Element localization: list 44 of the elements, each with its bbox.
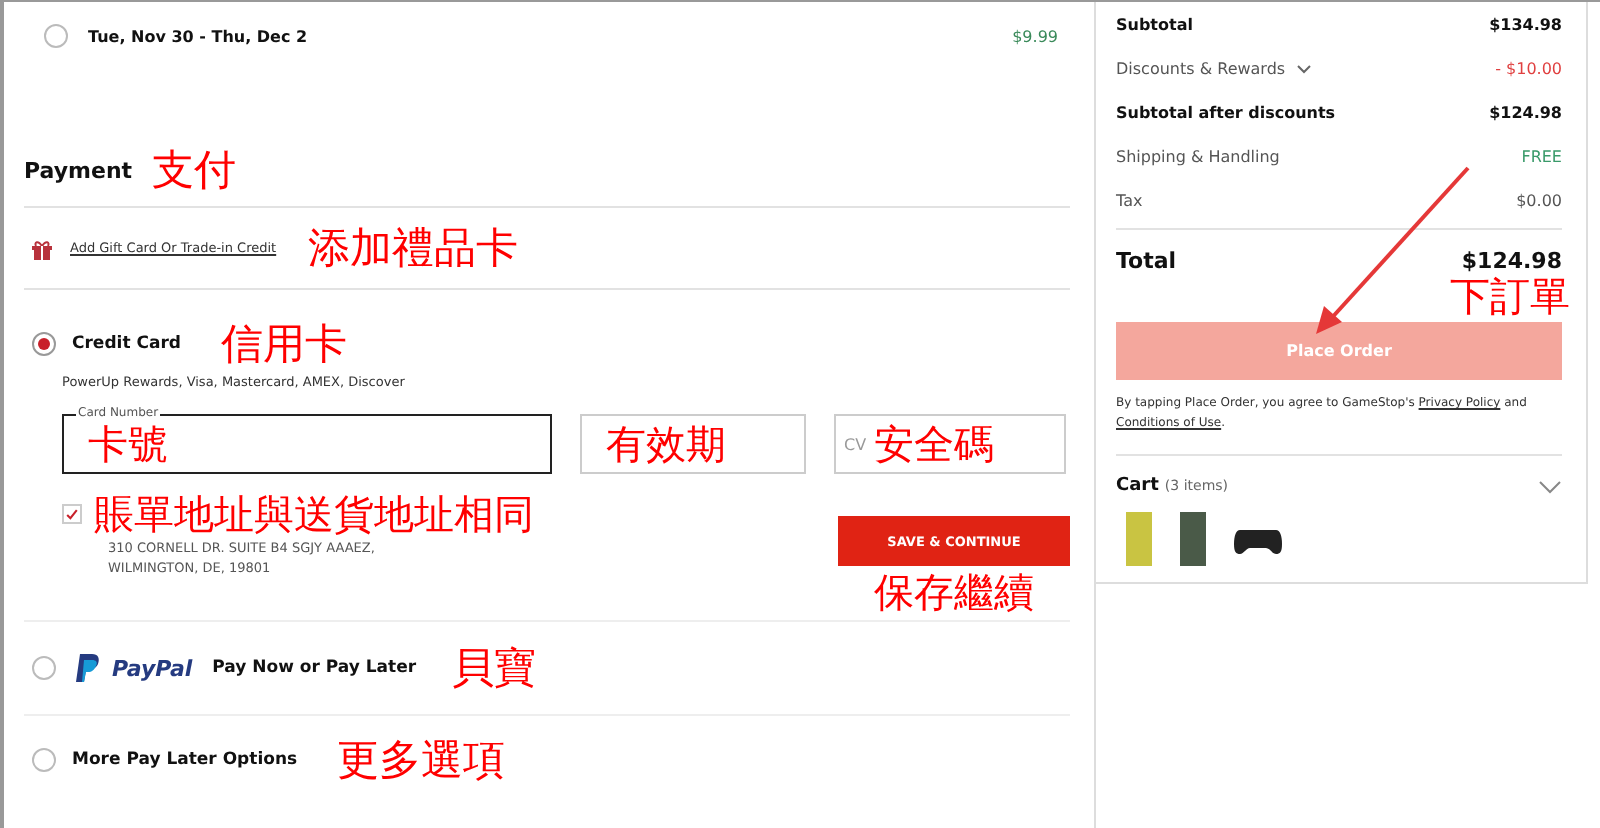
radio-button[interactable]	[32, 656, 56, 680]
radio-button[interactable]	[32, 332, 56, 356]
summary-label: Shipping & Handling	[1116, 147, 1280, 165]
total-label: Total	[1116, 248, 1177, 274]
radio-button[interactable]	[44, 24, 68, 48]
annotation-text: 添加禮品卡	[308, 222, 519, 276]
cart-title: Cart	[1116, 476, 1159, 496]
chevron-down-icon[interactable]	[1538, 479, 1562, 493]
annotation-text: 更多選項	[337, 734, 506, 788]
paypal-logo: PayPal	[112, 655, 193, 681]
pay-later-option-label: More Pay Later Options	[72, 750, 298, 770]
annotation-text: 支付	[152, 144, 237, 198]
expiry-date-field[interactable]: 有效期	[580, 414, 806, 474]
annotation-text: 保存繼續	[874, 566, 1034, 620]
annotation-text: 安全碼	[874, 417, 995, 471]
annotation-text: 卡號	[88, 417, 168, 471]
total-value: $124.98	[1461, 248, 1562, 274]
summary-value: - $10.00	[1495, 59, 1562, 77]
summary-value: $134.98	[1489, 15, 1562, 33]
radio-button[interactable]	[32, 748, 56, 772]
game-cover-thumbnail[interactable]	[1180, 512, 1206, 566]
checkbox[interactable]	[62, 504, 82, 524]
summary-label: Discounts & Rewards	[1116, 59, 1312, 77]
annotation-text: 信用卡	[220, 318, 347, 372]
shipping-date-option: Tue, Nov 30 - Thu, Dec 2	[88, 27, 308, 45]
paypal-option-label: Pay Now or Pay Later	[212, 658, 417, 678]
paypal-p-icon	[76, 654, 100, 682]
chevron-down-icon[interactable]	[1295, 63, 1312, 73]
game-cover-thumbnail[interactable]	[1126, 512, 1152, 566]
summary-value: $0.00	[1516, 191, 1562, 209]
annotation-text: 下訂單	[1450, 274, 1570, 318]
shipping-price: $9.99	[1012, 27, 1058, 45]
gift-icon	[30, 237, 54, 259]
summary-value: $124.98	[1489, 103, 1562, 121]
summary-value: FREE	[1521, 147, 1562, 165]
annotation-text: 有效期	[606, 417, 726, 471]
payment-heading: Payment	[24, 157, 133, 183]
summary-label: Tax	[1116, 191, 1143, 209]
annotation-text: 貝寶	[452, 642, 537, 696]
annotation-text: 賬單地址與送貨地址相同	[94, 487, 534, 541]
summary-label: Subtotal	[1116, 15, 1193, 33]
credit-card-label: Credit Card	[72, 334, 181, 354]
summary-label: Subtotal after discounts	[1116, 103, 1336, 121]
gamepad-icon[interactable]	[1234, 525, 1282, 553]
